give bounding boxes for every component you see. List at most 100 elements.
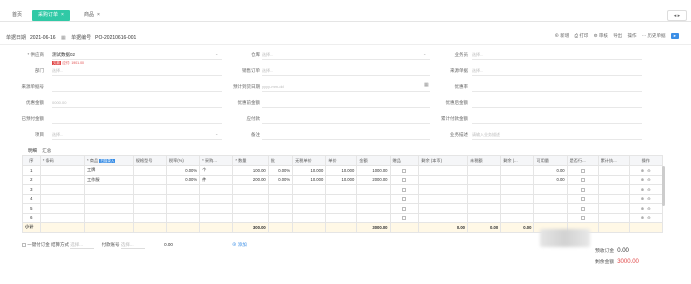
- row-remain-local[interactable]: [418, 203, 468, 214]
- table-row[interactable]: 1 工牌 0.00% 个 100.00 0.00% 10.000 10.000 1000.00 0…: [22, 165, 664, 176]
- optimize-rate-underline[interactable]: [472, 91, 642, 92]
- row-qty[interactable]: [232, 212, 269, 223]
- row-available[interactable]: [533, 184, 568, 195]
- source-type-field[interactable]: 选择...: [472, 68, 483, 74]
- col-header-executed[interactable]: 累计执...: [597, 155, 630, 166]
- plan-date-field[interactable]: yyyy-mm-dd: [262, 84, 284, 89]
- tab-purchase-order[interactable]: 采购订单 ×: [32, 10, 70, 21]
- row-amount[interactable]: [356, 193, 391, 204]
- optimize-before-underline[interactable]: [262, 107, 430, 108]
- row-unit[interactable]: [199, 193, 234, 204]
- row-available[interactable]: [533, 212, 568, 223]
- table-row[interactable]: 3 ⊕ ⊖: [22, 184, 664, 195]
- row-flag-checkbox[interactable]: [580, 187, 585, 192]
- row-tax[interactable]: 0.00%: [165, 165, 201, 176]
- row-amount[interactable]: 1000.00: [356, 165, 391, 176]
- more-button[interactable]: ▸: [670, 33, 679, 39]
- history-button[interactable]: ⋯ 历史单据: [642, 33, 666, 38]
- pay-account-select[interactable]: 选择...: [120, 242, 145, 249]
- col-header-remain[interactable]: 剩余 (...: [500, 155, 535, 166]
- row-price[interactable]: [325, 193, 358, 204]
- row-remain-local[interactable]: [418, 174, 468, 185]
- delete-row-icon[interactable]: ⊖: [647, 187, 651, 192]
- col-header-row-flag[interactable]: 是否行...: [566, 155, 599, 166]
- pay-amount-field[interactable]: 0.00: [164, 242, 173, 247]
- row-price[interactable]: [325, 184, 358, 195]
- row-unit[interactable]: 件: [199, 174, 234, 185]
- delete-row-icon[interactable]: ⊖: [647, 215, 651, 220]
- tab-home[interactable]: 首页: [6, 10, 28, 21]
- supplier-field[interactable]: 测试数据02: [52, 52, 75, 58]
- row-operation[interactable]: ⊕ ⊖: [628, 184, 664, 195]
- add-row-icon[interactable]: ⊕: [641, 168, 645, 173]
- row-nprice[interactable]: [292, 212, 327, 223]
- row-goods[interactable]: 工牌: [83, 165, 134, 176]
- row-executed[interactable]: [597, 165, 630, 176]
- discount-field[interactable]: 0000.00: [52, 100, 66, 105]
- close-icon[interactable]: ×: [61, 12, 64, 18]
- row-code[interactable]: [39, 174, 85, 185]
- dept-field[interactable]: 选择...: [52, 68, 63, 74]
- row-qty[interactable]: [232, 193, 269, 204]
- row-gift[interactable]: [389, 165, 420, 176]
- row-amount[interactable]: 2000.00: [356, 174, 391, 185]
- row-executed[interactable]: [597, 174, 630, 185]
- row-batch[interactable]: [267, 184, 294, 195]
- col-header-remain-local[interactable]: 剩余 (本币): [418, 155, 468, 166]
- add-row-icon[interactable]: ⊕: [641, 177, 645, 182]
- row-gift[interactable]: [389, 212, 420, 223]
- operation-button[interactable]: 操作: [627, 33, 636, 38]
- row-gift[interactable]: [389, 203, 420, 214]
- delete-row-icon[interactable]: ⊖: [647, 177, 651, 182]
- scan-entry-button[interactable]: 扫描录入: [99, 158, 116, 163]
- row-batch[interactable]: [267, 203, 294, 214]
- table-row[interactable]: 4 ⊕ ⊖: [22, 193, 664, 204]
- row-remain-local[interactable]: [418, 165, 468, 176]
- salesman-field[interactable]: 选择...: [472, 52, 483, 58]
- gift-checkbox[interactable]: [402, 168, 407, 173]
- row-goods[interactable]: [83, 184, 134, 195]
- row-batch[interactable]: 0.00%: [267, 174, 294, 185]
- col-header-batch[interactable]: 批: [267, 155, 294, 166]
- row-price[interactable]: 10.000: [325, 165, 358, 176]
- col-header-untaxed[interactable]: 未税额: [466, 155, 502, 166]
- chevron-down-icon[interactable]: ⌄: [215, 51, 218, 56]
- row-available[interactable]: [533, 203, 568, 214]
- row-price[interactable]: [325, 212, 358, 223]
- table-row[interactable]: 6 ⊕ ⊖: [22, 212, 664, 223]
- col-header-gift[interactable]: 赠品: [389, 155, 420, 166]
- row-remain[interactable]: [500, 174, 535, 185]
- col-header-price[interactable]: 单价: [325, 155, 358, 166]
- row-code[interactable]: [39, 203, 85, 214]
- total-paid-underline[interactable]: [472, 123, 642, 124]
- prepay-underline[interactable]: [262, 123, 430, 124]
- row-remain[interactable]: [500, 165, 535, 176]
- gift-checkbox[interactable]: [402, 187, 407, 192]
- row-code[interactable]: [39, 193, 85, 204]
- table-row[interactable]: 2 工作服 0.00% 件 200.00 0.00% 10.000 10.000 2000.00…: [22, 174, 664, 185]
- row-gift[interactable]: [389, 193, 420, 204]
- row-spec[interactable]: [132, 174, 167, 185]
- gift-checkbox[interactable]: [402, 206, 407, 211]
- col-header-tax[interactable]: 税率(%): [165, 155, 201, 166]
- deposit-checkbox[interactable]: [22, 242, 26, 247]
- row-code[interactable]: [39, 212, 85, 223]
- row-qty[interactable]: [232, 203, 269, 214]
- row-executed[interactable]: [597, 184, 630, 195]
- row-nprice[interactable]: 10.000: [292, 165, 327, 176]
- row-untaxed[interactable]: [466, 203, 502, 214]
- table-scrollbar[interactable]: [662, 166, 665, 206]
- remark-underline[interactable]: [262, 139, 430, 140]
- row-remain-local[interactable]: [418, 184, 468, 195]
- close-icon[interactable]: ×: [97, 12, 100, 18]
- row-spec[interactable]: [132, 193, 167, 204]
- row-flag-checkbox[interactable]: [580, 168, 585, 173]
- add-button[interactable]: ⊕ 新增: [554, 33, 569, 38]
- row-amount[interactable]: [356, 212, 391, 223]
- row-remain[interactable]: [500, 203, 535, 214]
- col-header-unit[interactable]: * 采购...: [199, 155, 234, 166]
- row-batch[interactable]: 0.00%: [267, 165, 294, 176]
- row-flag-checkbox[interactable]: [580, 178, 585, 183]
- row-untaxed[interactable]: [466, 193, 502, 204]
- add-payment-link[interactable]: ⊕ 添加: [232, 242, 247, 248]
